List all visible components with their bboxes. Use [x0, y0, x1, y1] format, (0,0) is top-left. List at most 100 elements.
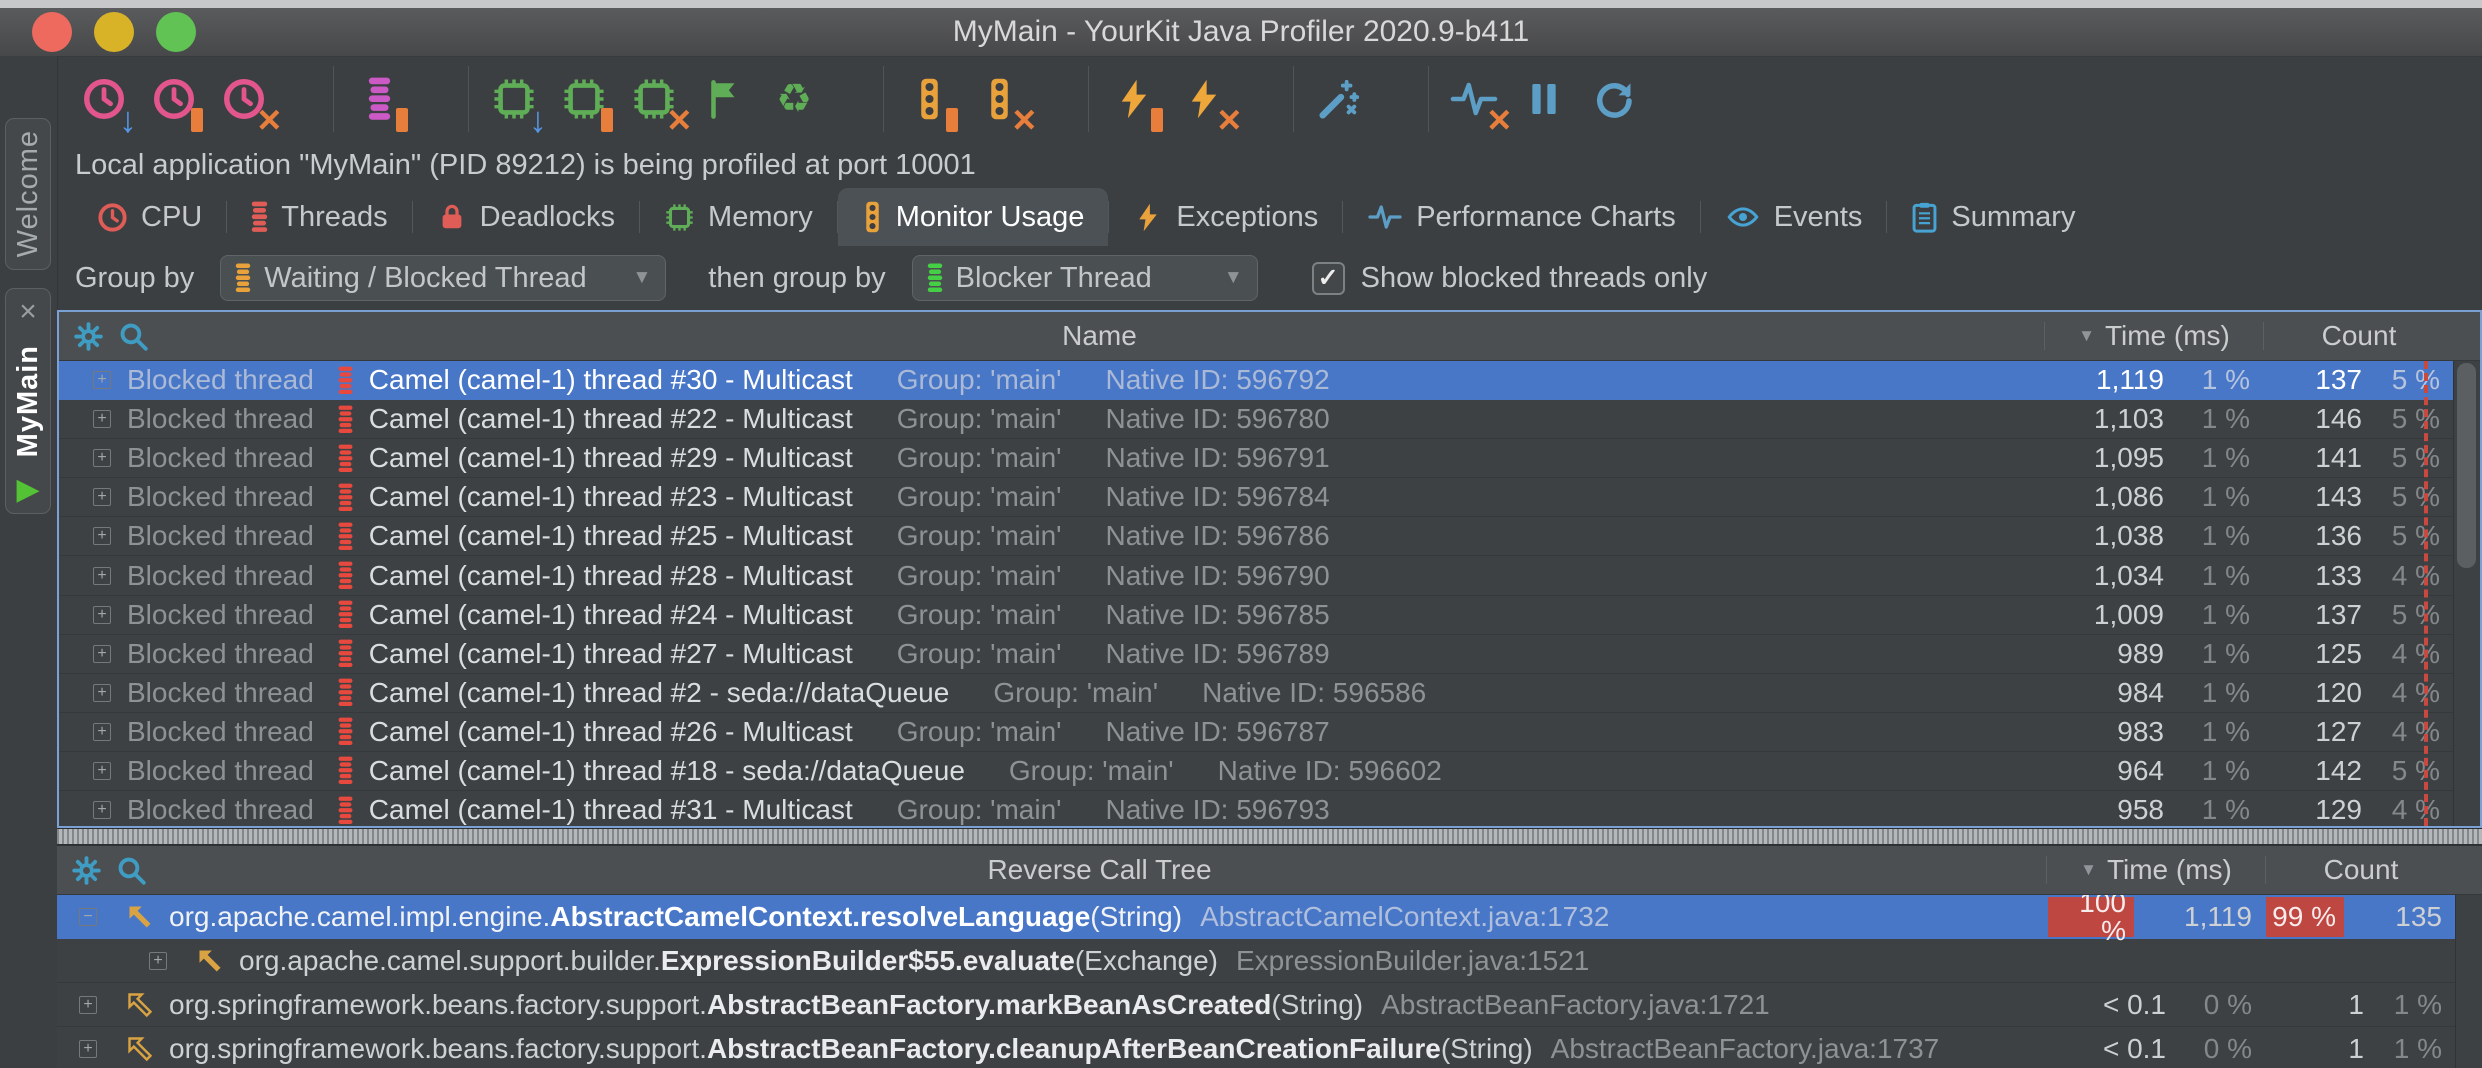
scrollbar-thumb[interactable] [2457, 363, 2476, 568]
x-badge-icon: × [258, 100, 281, 140]
method-args: (String) [1090, 901, 1182, 933]
inspections-wand-button[interactable] [1310, 68, 1368, 130]
snapshot-flag-button[interactable] [695, 68, 753, 130]
expand-icon[interactable]: + [93, 645, 111, 663]
force-gc-button[interactable]: ♻ [765, 68, 823, 130]
tab-monitor-usage[interactable]: Monitor Usage [838, 188, 1109, 246]
tab-cpu[interactable]: CPU [73, 188, 226, 246]
thread-state-label: Blocked thread [127, 677, 314, 709]
expand-icon[interactable]: + [149, 952, 167, 970]
expand-icon[interactable]: + [93, 527, 111, 545]
memory-stop-button[interactable]: × [625, 68, 683, 130]
time-cell: 1,0861 % [2046, 481, 2264, 513]
close-window-button[interactable] [32, 12, 72, 52]
thread-state-label: Blocked thread [127, 599, 314, 631]
table-row[interactable]: +Blocked threadCamel (camel-1) thread #2… [59, 556, 2480, 595]
then-group-by-select[interactable]: Blocker Thread ▼ [912, 255, 1258, 301]
pause-button[interactable] [1515, 68, 1573, 130]
checkbox-label[interactable]: Show blocked threads only [1361, 262, 1708, 295]
time-cell: 1,0341 % [2046, 560, 2264, 592]
tab-threads[interactable]: Threads [227, 188, 411, 246]
thread-native-id: Native ID: 596790 [1106, 560, 1330, 592]
count-percent: 1 % [2364, 1033, 2442, 1065]
expand-icon[interactable]: + [93, 723, 111, 741]
sidebar-tab-welcome[interactable]: Welcome [5, 118, 51, 270]
expand-icon[interactable]: + [93, 488, 111, 506]
expand-icon[interactable]: + [93, 449, 111, 467]
expand-icon[interactable]: + [93, 410, 111, 428]
time-percent: 1 % [2164, 442, 2250, 474]
zoom-window-button[interactable] [156, 12, 196, 52]
table-row[interactable]: +Blocked threadCamel (camel-1) thread #2… [59, 517, 2480, 556]
refresh-button[interactable] [1585, 68, 1643, 130]
expand-icon[interactable]: + [93, 762, 111, 780]
exceptions-clear-button[interactable] [1105, 68, 1163, 130]
cpu-start-button[interactable]: ↓ [75, 68, 133, 130]
table-row[interactable]: +Blocked threadCamel (camel-1) thread #2… [59, 400, 2480, 439]
memory-capture-button[interactable]: ↓ [485, 68, 543, 130]
expand-icon[interactable]: + [79, 1040, 97, 1058]
time-percent: 1 % [2164, 403, 2250, 435]
tab-memory[interactable]: Memory [640, 188, 837, 246]
expand-icon[interactable]: + [79, 996, 97, 1014]
settings-gear-icon[interactable] [71, 855, 102, 886]
scrollbar[interactable] [2453, 361, 2480, 826]
column-header-name[interactable]: Name [155, 320, 2044, 352]
cpu-stop-button[interactable]: × [215, 68, 273, 130]
tab-performance-charts[interactable]: Performance Charts [1343, 188, 1700, 246]
column-header-count[interactable]: Count [2266, 854, 2456, 886]
memory-clear-button[interactable] [555, 68, 613, 130]
exceptions-stop-button[interactable]: × [1175, 68, 1233, 130]
thread-name-cell: +Blocked threadCamel (camel-1) thread #2… [59, 677, 2046, 709]
show-blocked-checkbox[interactable]: ✓ [1312, 262, 1345, 295]
call-tree-row[interactable]: −org.apache.camel.impl.engine.AbstractCa… [57, 895, 2482, 939]
table-row[interactable]: +Blocked threadCamel (camel-1) thread #2… [59, 635, 2480, 674]
expand-icon[interactable]: + [93, 801, 111, 819]
table-row[interactable]: +Blocked threadCamel (camel-1) thread #2… [59, 713, 2480, 752]
thread-icon [338, 756, 353, 785]
panel-splitter[interactable] [57, 828, 2482, 845]
table-row[interactable]: +Blocked threadCamel (camel-1) thread #2… [59, 478, 2480, 517]
sidebar-tab-mymain[interactable]: × MyMain ▶ [5, 288, 51, 514]
expand-icon[interactable]: − [79, 908, 97, 926]
time-value: 964 [2046, 755, 2164, 787]
column-header-call-tree[interactable]: Reverse Call Tree [153, 854, 2046, 886]
tab-exceptions[interactable]: Exceptions [1109, 188, 1342, 246]
expand-icon[interactable]: + [93, 684, 111, 702]
tab-deadlocks[interactable]: Deadlocks [413, 188, 639, 246]
table-row[interactable]: +Blocked threadCamel (camel-1) thread #3… [59, 361, 2480, 400]
monitor-stop-button[interactable]: × [970, 68, 1028, 130]
search-icon[interactable] [116, 855, 147, 886]
expand-icon[interactable]: + [93, 371, 111, 389]
minimize-window-button[interactable] [94, 12, 134, 52]
cpu-clear-button[interactable] [145, 68, 203, 130]
close-icon[interactable]: × [19, 297, 37, 327]
tab-summary[interactable]: Summary [1887, 188, 2099, 246]
column-header-time[interactable]: ▼ Time (ms) [2045, 320, 2263, 352]
group-by-select[interactable]: Waiting / Blocked Thread ▼ [220, 255, 666, 301]
table-row[interactable]: +Blocked threadCamel (camel-1) thread #1… [59, 752, 2480, 791]
column-header-time[interactable]: ▼ Time (ms) [2047, 854, 2265, 886]
time-cell: 1,0381 % [2046, 520, 2264, 552]
settings-gear-icon[interactable] [73, 321, 104, 352]
expand-icon[interactable]: + [93, 606, 111, 624]
table-row[interactable]: +Blocked threadCamel (camel-1) thread #2… [59, 596, 2480, 635]
call-tree-row[interactable]: +org.apache.camel.support.builder.Expres… [57, 939, 2482, 983]
call-tree-row[interactable]: +org.springframework.beans.factory.suppo… [57, 983, 2482, 1027]
table-row[interactable]: +Blocked threadCamel (camel-1) thread #2… [59, 439, 2480, 478]
count-percent: 4 % [2362, 560, 2440, 592]
table-row[interactable]: +Blocked threadCamel (camel-1) thread #3… [59, 791, 2480, 826]
monitor-clear-button[interactable] [900, 68, 958, 130]
count-value: 125 [2264, 638, 2362, 670]
tab-events[interactable]: Events [1701, 188, 1887, 246]
thread-telemetry-button[interactable] [350, 68, 408, 130]
bar-badge-icon [1151, 108, 1163, 132]
scrollbar[interactable] [2455, 895, 2482, 1068]
column-header-count[interactable]: Count [2264, 320, 2454, 352]
telemetry-stop-button[interactable]: × [1445, 68, 1503, 130]
expand-icon[interactable]: + [93, 567, 111, 585]
table-row[interactable]: +Blocked threadCamel (camel-1) thread #2… [59, 674, 2480, 713]
bolt-icon [1133, 201, 1163, 234]
call-tree-row[interactable]: +org.springframework.beans.factory.suppo… [57, 1027, 2482, 1068]
search-icon[interactable] [118, 321, 149, 352]
